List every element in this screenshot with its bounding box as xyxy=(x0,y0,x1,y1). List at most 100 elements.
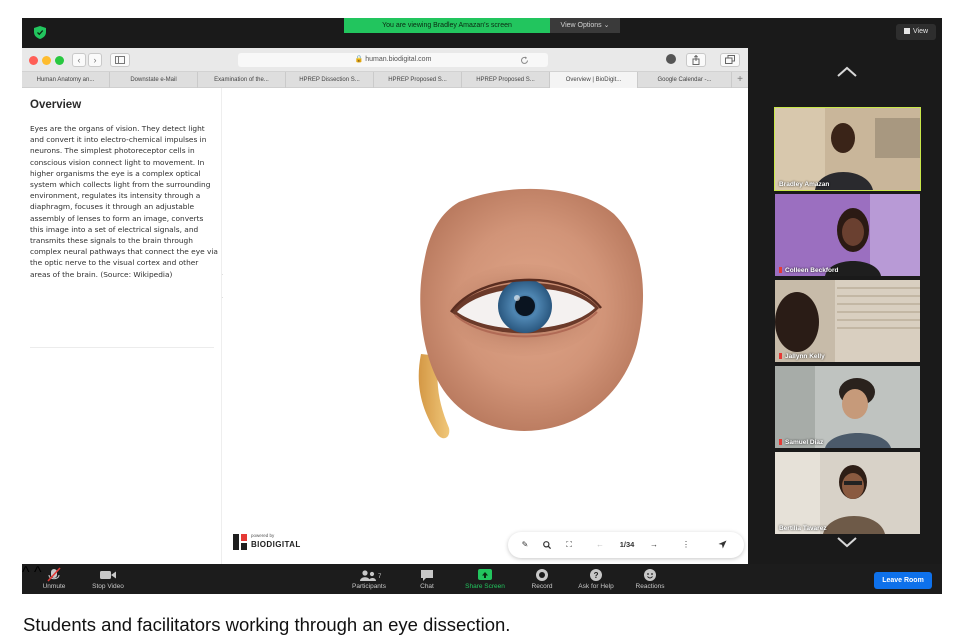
chevron-right-icon: › xyxy=(93,55,97,65)
participant-video xyxy=(775,280,920,362)
share-button[interactable] xyxy=(686,53,706,67)
chevron-up-icon[interactable]: ^ xyxy=(22,564,30,581)
overview-panel: Overview Eyes are the organs of vision. … xyxy=(22,88,222,564)
back-button[interactable]: ‹ xyxy=(72,53,86,67)
zoom-window-button[interactable] xyxy=(55,56,64,65)
sidebar-icon xyxy=(115,56,125,64)
reactions-label: Reactions xyxy=(635,583,665,590)
divider xyxy=(30,347,214,348)
participant-name: Samuel Diaz xyxy=(779,439,823,446)
browser-tab[interactable]: Examination of the... xyxy=(198,72,286,88)
zoom-window: You are viewing Bradley Amazan's screen … xyxy=(22,18,942,594)
participants-gallery: Bradley Amazan Colleen Beckford Jallynn … xyxy=(772,48,942,564)
participants-button[interactable]: 7 Participants xyxy=(344,564,394,594)
view-button[interactable]: View xyxy=(896,24,936,40)
forward-button[interactable]: › xyxy=(88,53,102,67)
new-tab-button[interactable]: + xyxy=(732,72,748,88)
more-options-button[interactable]: ⋮ xyxy=(678,532,694,558)
unmute-button[interactable]: Unmute xyxy=(36,564,72,594)
view-layout-icon xyxy=(903,28,910,34)
chevron-left-icon: ‹ xyxy=(77,55,81,65)
view-options-button[interactable]: View Options ⌄ xyxy=(550,18,620,33)
browser-titlebar: ‹ › 🔒 human.biodigital.com xyxy=(22,48,748,72)
minimize-window-button[interactable] xyxy=(42,56,51,65)
download-button[interactable] xyxy=(662,53,680,67)
arrow-right-icon: → xyxy=(650,540,658,549)
participant-tile[interactable]: Bradley Amazan xyxy=(774,107,921,191)
arrow-left-icon: ← xyxy=(596,540,604,549)
share-screen-icon xyxy=(478,569,492,580)
plus-icon: + xyxy=(737,74,743,85)
tab-overview-button[interactable] xyxy=(720,53,740,67)
mic-muted-icon xyxy=(779,439,782,445)
previous-slide-button[interactable]: ← xyxy=(590,532,610,558)
stop-video-button[interactable]: Stop Video xyxy=(84,564,132,594)
participant-name: Bradley Amazan xyxy=(779,181,830,188)
unmute-label: Unmute xyxy=(42,583,66,590)
participant-video xyxy=(775,108,920,190)
eye-3d-model[interactable] xyxy=(399,184,649,448)
shared-browser-window: ‹ › 🔒 human.biodigital.com Human Anatomy… xyxy=(22,48,748,564)
browser-tab[interactable]: Human Anatomy an... xyxy=(22,72,110,88)
viewing-screen-banner: You are viewing Bradley Amazan's screen xyxy=(344,18,550,33)
participant-tile[interactable]: Jallynn Kelly xyxy=(775,280,920,362)
browser-tab[interactable]: HPREP Dissection S... xyxy=(286,72,374,88)
share-screen-button[interactable]: Share Screen xyxy=(456,564,514,594)
browser-tab[interactable]: HPREP Proposed S... xyxy=(462,72,550,88)
leave-room-button[interactable]: Leave Room xyxy=(874,572,932,589)
participant-video xyxy=(775,366,920,448)
next-slide-button[interactable]: → xyxy=(644,532,664,558)
browser-tab[interactable]: Downstate e-Mail xyxy=(110,72,198,88)
participant-name: Colleen Beckford xyxy=(779,267,838,274)
overview-description: Eyes are the organs of vision. They dete… xyxy=(30,124,218,279)
chat-button[interactable]: Chat xyxy=(412,564,442,594)
browser-tab-active[interactable]: Overview | BioDigit... xyxy=(550,72,638,88)
browser-tab[interactable]: Google Calendar -... xyxy=(638,72,732,88)
pencil-icon: ✎ xyxy=(521,540,529,549)
draw-tool-button[interactable]: ✎ xyxy=(514,532,536,558)
participant-name: Jallynn Kelly xyxy=(779,353,825,360)
stop-video-label: Stop Video xyxy=(92,583,124,590)
download-icon xyxy=(666,54,676,64)
logo-wordmark: BIODIGITAL xyxy=(251,540,301,549)
chevron-down-icon[interactable] xyxy=(832,528,862,556)
participant-tile[interactable]: Colleen Beckford xyxy=(775,194,920,276)
overview-title: Overview xyxy=(30,99,82,111)
address-bar[interactable]: 🔒 human.biodigital.com xyxy=(238,53,548,67)
reactions-smiley-icon xyxy=(644,569,656,581)
reactions-button[interactable]: Reactions xyxy=(628,564,672,594)
zoom-top-bar: You are viewing Bradley Amazan's screen … xyxy=(22,18,942,48)
biodigital-logo: powered by BIODIGITAL xyxy=(233,532,313,554)
viewer-toolbar: ✎ ⛶ ← 1/34 → ⋮ xyxy=(508,532,744,558)
biodigital-logo-mark xyxy=(233,534,247,550)
share-screen-label: Share Screen xyxy=(465,583,505,590)
chat-label: Chat xyxy=(420,583,434,590)
share-icon xyxy=(692,54,700,65)
participant-name: Bertilia Tavarez xyxy=(779,525,827,532)
record-button[interactable]: Record xyxy=(526,564,558,594)
participant-video xyxy=(775,194,920,276)
expand-icon: ⛶ xyxy=(566,540,572,549)
slide-page-indicator: 1/34 xyxy=(619,540,635,549)
participants-label: Participants xyxy=(352,583,386,590)
close-window-button[interactable] xyxy=(29,56,38,65)
reload-icon[interactable] xyxy=(520,56,529,65)
participant-tile[interactable]: Samuel Diaz xyxy=(775,366,920,448)
browser-tab[interactable]: HPREP Proposed S... xyxy=(374,72,462,88)
chat-bubble-icon xyxy=(421,570,433,581)
shield-icon xyxy=(34,26,46,39)
chevron-up-icon[interactable] xyxy=(832,58,862,86)
ask-for-help-label: Ask for Help xyxy=(578,583,614,590)
search-button[interactable] xyxy=(536,532,558,558)
browser-tab-bar: Human Anatomy an... Downstate e-Mail Exa… xyxy=(22,72,748,88)
sidebar-toggle-button[interactable] xyxy=(110,53,130,67)
video-camera-icon xyxy=(100,571,116,579)
tabs-icon xyxy=(725,55,735,64)
anatomy-3d-viewport[interactable]: powered by BIODIGITAL ✎ ⛶ ← 1/34 → ⋮ xyxy=(223,88,748,564)
ask-for-help-button[interactable]: ? Ask for Help xyxy=(570,564,622,594)
view-button-label: View xyxy=(912,28,929,35)
mic-muted-icon xyxy=(779,353,782,359)
navigate-button[interactable] xyxy=(710,532,734,558)
fullscreen-button[interactable]: ⛶ xyxy=(558,532,580,558)
participant-tile[interactable]: Bertilia Tavarez xyxy=(775,452,920,534)
